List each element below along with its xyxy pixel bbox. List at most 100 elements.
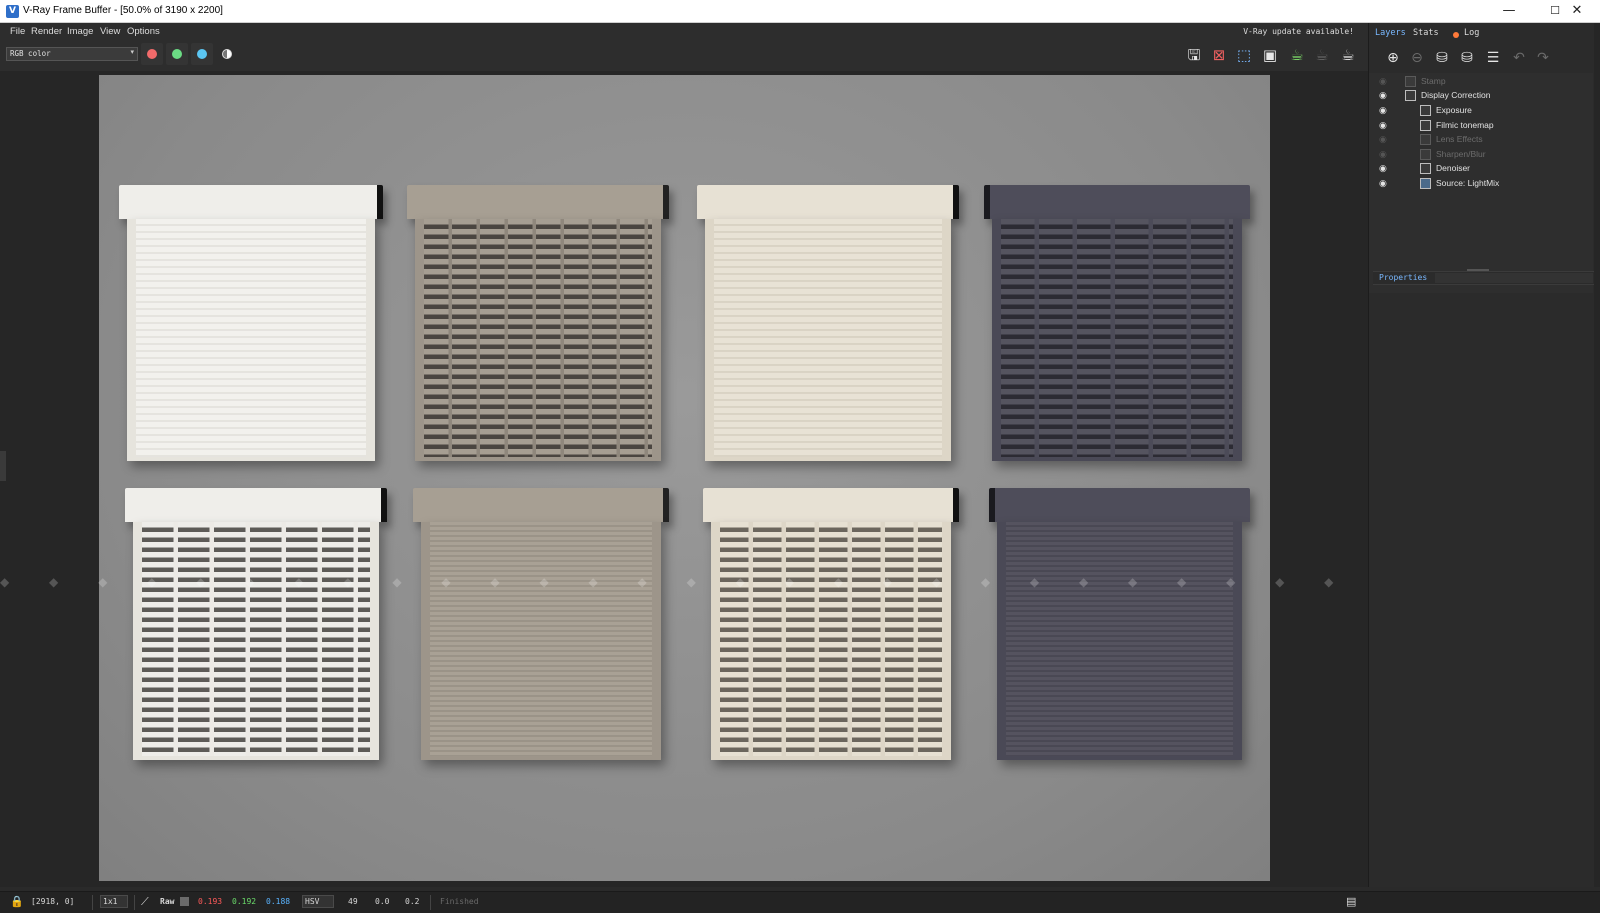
layer-row[interactable]: ◉ Display Correction <box>1369 89 1593 103</box>
alpha-channel-button[interactable] <box>216 43 238 65</box>
divider <box>430 895 431 910</box>
layer-tools: ⊕ ⊖ ⛁ ⛁ ☰ ↶ ↷ <box>1369 45 1600 71</box>
lock-icon[interactable]: 🔒 <box>10 895 24 908</box>
minimize-button[interactable]: — <box>1486 0 1532 22</box>
update-available-link[interactable]: V-Ray update available! <box>1243 27 1354 36</box>
rendered-image[interactable] <box>99 75 1270 881</box>
filmic-tonemap-icon <box>1420 120 1431 131</box>
hue-value: 49 <box>348 897 358 906</box>
visibility-eye-icon[interactable]: ◉ <box>1379 164 1389 174</box>
shutter-dark-solid <box>989 488 1250 760</box>
layer-label: Stamp <box>1421 76 1446 86</box>
layer-row[interactable]: ◉ Stamp <box>1369 75 1593 89</box>
menu-bar: File Render Image View Options V-Ray upd… <box>0 23 1368 41</box>
blue-value: 0.188 <box>266 897 291 906</box>
saturation-value: 0.0 <box>375 897 390 906</box>
color-space-value: HSV <box>305 897 320 906</box>
vray-app-icon: V <box>6 5 19 18</box>
channel-select[interactable]: RGB color ▾ <box>6 47 138 61</box>
zoom-value: 1x1 <box>103 897 118 906</box>
shutter-white-solid <box>119 185 383 461</box>
visibility-eye-icon[interactable]: ◉ <box>1379 135 1389 145</box>
status-bar: 🔒 [2918, 0] 1x1 ⟋ Raw 0.193 0.192 0.188 … <box>0 891 1600 913</box>
save-icon[interactable]: 🖫 <box>1184 45 1204 65</box>
green-value: 0.192 <box>232 897 257 906</box>
layer-row[interactable]: ◉ Sharpen/Blur <box>1369 148 1593 162</box>
lens-effects-icon <box>1420 134 1431 145</box>
properties-header: Properties <box>1373 271 1595 285</box>
alpha-icon <box>222 49 232 59</box>
compare-icon[interactable]: ▣ <box>1260 45 1280 65</box>
green-channel-button[interactable] <box>166 43 188 65</box>
layer-row[interactable]: ◉ Exposure <box>1369 104 1593 118</box>
red-value: 0.193 <box>198 897 223 906</box>
display-correction-icon <box>1405 90 1416 101</box>
layer-label: Lens Effects <box>1436 134 1483 144</box>
stop-render-icon[interactable]: ☕ <box>1312 45 1332 65</box>
render-interactive-icon[interactable]: ☕ <box>1287 45 1307 65</box>
red-dot-icon <box>147 49 157 59</box>
blue-channel-button[interactable] <box>191 43 213 65</box>
visibility-eye-icon[interactable]: ◉ <box>1379 77 1389 87</box>
visibility-eye-icon[interactable]: ◉ <box>1379 121 1389 131</box>
render-viewport[interactable] <box>0 71 1368 887</box>
menu-image[interactable]: Image <box>67 26 93 37</box>
undo-icon[interactable]: ↶ <box>1509 48 1529 68</box>
sharpen-blur-icon <box>1420 149 1431 160</box>
value-value: 0.2 <box>405 897 420 906</box>
layer-label: Exposure <box>1436 105 1472 115</box>
green-dot-icon <box>172 49 182 59</box>
shutter-taupe-solid <box>413 488 669 760</box>
window-title: V-Ray Frame Buffer - [50.0% of 3190 x 22… <box>23 5 223 16</box>
menu-view[interactable]: View <box>100 26 120 37</box>
layer-row[interactable]: ◉ Lens Effects <box>1369 133 1593 147</box>
visibility-eye-icon[interactable]: ◉ <box>1379 150 1389 160</box>
blue-dot-icon <box>197 49 207 59</box>
red-channel-button[interactable] <box>141 43 163 65</box>
left-scroll-handle[interactable] <box>0 451 6 481</box>
region-render-icon[interactable]: ⬚ <box>1234 45 1254 65</box>
panel-scrollbar[interactable] <box>1594 23 1600 887</box>
menu-file[interactable]: File <box>10 26 25 37</box>
toolbar: RGB color ▾ 🖫 ⊠ ⬚ ▣ ☕ ☕ ☕ <box>0 41 1368 71</box>
layer-list-icon[interactable]: ☰ <box>1483 48 1503 68</box>
zoom-select[interactable]: 1x1 <box>100 895 128 908</box>
properties-label: Properties <box>1379 273 1428 282</box>
curve-icon[interactable]: ⟋ <box>141 895 149 909</box>
mode-label: Raw <box>160 897 175 906</box>
layer-row[interactable]: ◉ Source: LightMix <box>1369 177 1593 191</box>
chevron-down-icon: ▾ <box>130 48 134 56</box>
layer-row[interactable]: ◉ Denoiser <box>1369 162 1593 176</box>
layer-row[interactable]: ◉ Filmic tonemap <box>1369 119 1593 133</box>
layer-label: Source: LightMix <box>1436 178 1500 188</box>
render-status: Finished <box>440 897 479 906</box>
layers-panel: Layers Stats Log ⊕ ⊖ ⛁ ⛁ ☰ ↶ ↷ ◉ Stamp ◉… <box>1368 23 1600 887</box>
stamp-icon <box>1405 76 1416 87</box>
delete-layer-icon[interactable]: ⊖ <box>1407 48 1427 68</box>
divider <box>134 895 135 910</box>
close-button[interactable]: ✕ <box>1554 0 1600 22</box>
lightmix-icon <box>1420 178 1431 189</box>
add-layer-icon[interactable]: ⊕ <box>1383 48 1403 68</box>
tab-stats[interactable]: Stats <box>1413 28 1439 38</box>
tab-log[interactable]: Log <box>1464 28 1479 38</box>
divider <box>92 895 93 910</box>
menu-render[interactable]: Render <box>31 26 62 37</box>
visibility-eye-icon[interactable]: ◉ <box>1379 106 1389 116</box>
panel-toggle-icon[interactable]: ▤ <box>1346 895 1356 908</box>
layer-label: Display Correction <box>1421 90 1491 100</box>
clear-icon[interactable]: ⊠ <box>1209 45 1229 65</box>
redo-icon[interactable]: ↷ <box>1533 48 1553 68</box>
color-space-select[interactable]: HSV <box>302 895 334 908</box>
visibility-eye-icon[interactable]: ◉ <box>1379 91 1389 101</box>
denoiser-icon <box>1420 163 1431 174</box>
visibility-eye-icon[interactable]: ◉ <box>1379 179 1389 189</box>
save-layers-icon[interactable]: ⛁ <box>1432 48 1452 68</box>
shutter-cream-perforated <box>703 488 959 760</box>
pixel-coords: [2918, 0] <box>31 897 75 906</box>
render-teapot-icon[interactable]: ☕ <box>1338 45 1358 65</box>
panel-tabs: Layers Stats Log <box>1369 25 1600 43</box>
menu-options[interactable]: Options <box>127 26 160 37</box>
tab-layers[interactable]: Layers <box>1375 28 1406 38</box>
load-layers-icon[interactable]: ⛁ <box>1457 48 1477 68</box>
